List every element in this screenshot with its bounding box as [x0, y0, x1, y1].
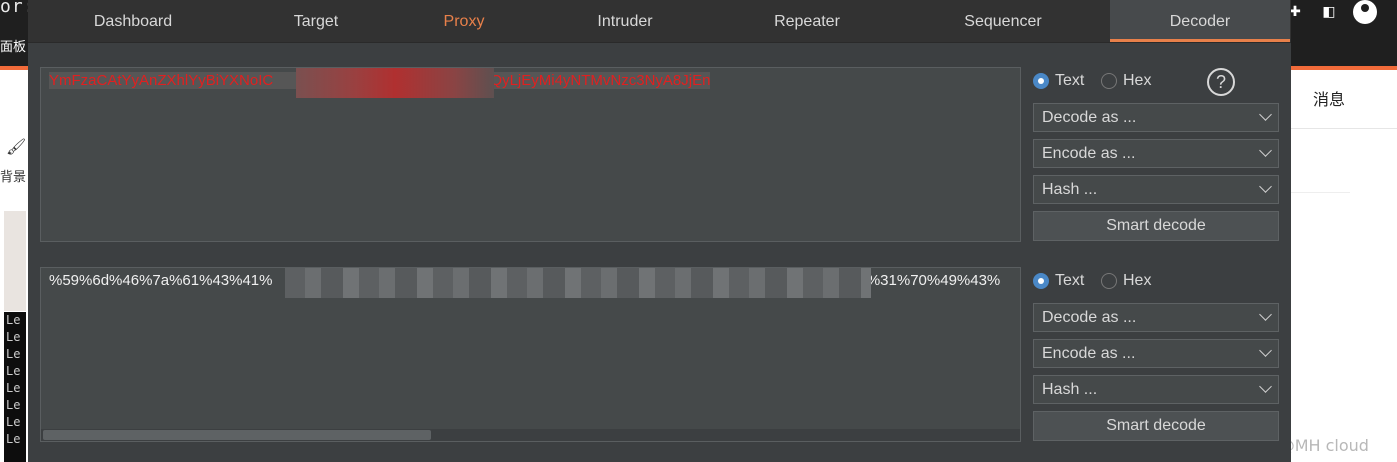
chevron-down-icon [1259, 180, 1272, 193]
url-encoded-text-start: %59%6d%46%7a%61%43%41% [49, 272, 273, 289]
decode-as-label: Decode as ... [1042, 109, 1137, 126]
decode-as-select[interactable]: Decode as ... [1033, 303, 1279, 332]
panel-label[interactable]: 面板 [0, 36, 26, 55]
decode-as-label: Decode as ... [1042, 309, 1137, 326]
encode-as-label: Encode as ... [1042, 345, 1136, 362]
tab-intruder[interactable]: Intruder [555, 0, 695, 42]
mode-text-option[interactable]: Text [1033, 69, 1084, 93]
tab-decoder[interactable]: Decoder [1110, 0, 1290, 42]
tab-sequencer[interactable]: Sequencer [918, 0, 1088, 42]
hash-select[interactable]: Hash ... [1033, 175, 1279, 204]
hex-radio-label: Hex [1123, 72, 1152, 89]
mode-hex-option[interactable]: Hex [1101, 69, 1151, 93]
background-label: 背景 [0, 170, 27, 185]
hex-radio-label: Hex [1123, 272, 1152, 289]
tab-dashboard[interactable]: Dashboard [48, 0, 218, 42]
text-radio[interactable] [1033, 273, 1049, 289]
redaction-blur [296, 68, 494, 98]
hex-radio[interactable] [1101, 273, 1117, 289]
help-icon[interactable]: ? [1207, 68, 1235, 96]
text-radio-label: Text [1055, 272, 1085, 289]
text-radio[interactable] [1033, 73, 1049, 89]
scrollbar-thumb[interactable] [43, 430, 431, 440]
hash-label: Hash ... [1042, 381, 1098, 398]
chevron-down-icon [1259, 380, 1272, 393]
chevron-down-icon [1259, 344, 1272, 357]
hex-radio[interactable] [1101, 73, 1117, 89]
decoder-output-pane[interactable]: %59%6d%46%7a%61%43%41% 3%31%70%49%43% [40, 267, 1021, 442]
smart-decode-button[interactable]: Smart decode [1033, 411, 1279, 441]
text-radio-label: Text [1055, 72, 1085, 89]
tab-repeater[interactable]: Repeater [728, 0, 886, 42]
terminal-line: Le [6, 364, 21, 378]
decoder-input-pane[interactable]: YmFzaCAtYyAnZXhlYyBiYXNoIC vLjQyLjEyMi4yN… [40, 67, 1021, 242]
redaction-blur [285, 268, 871, 298]
messages-link[interactable]: 消息 [1313, 86, 1345, 110]
terminal-line: Le [6, 415, 21, 429]
avatar[interactable] [1353, 0, 1377, 24]
hash-label: Hash ... [1042, 181, 1098, 198]
terminal-line: Le [6, 330, 21, 344]
thumbnail-image [4, 211, 26, 311]
url-encoded-text-end: 3%31%70%49%43% [858, 272, 1001, 289]
terminal-line: Le [6, 398, 21, 412]
divider [1290, 192, 1350, 193]
tab-bar: Dashboard Target Proxy Intruder Repeater… [28, 0, 1291, 43]
terminal-line: Le [6, 381, 21, 395]
paint-bucket-icon[interactable]: 🖌 [6, 137, 26, 156]
encode-as-select[interactable]: Encode as ... [1033, 139, 1279, 168]
header-icons: ✚ ◧ [1285, 0, 1377, 24]
tab-target[interactable]: Target [241, 0, 391, 42]
window-icon[interactable]: ◧ [1319, 3, 1339, 21]
encoded-text-start: YmFzaCAtYyAnZXhlYyBiYXNoIC [49, 72, 274, 89]
terminal-line: Le [6, 347, 21, 361]
chevron-down-icon [1259, 308, 1272, 321]
chevron-down-icon [1259, 108, 1272, 121]
pane2-controls: Text Hex Decode as ... Encode as ... Has… [1033, 267, 1279, 442]
burp-window: Dashboard Target Proxy Intruder Repeater… [28, 0, 1291, 462]
divider [1290, 128, 1397, 129]
pane1-controls: Text Hex ? Decode as ... Encode as ... H… [1033, 67, 1279, 242]
mode-hex-option[interactable]: Hex [1101, 269, 1151, 293]
terminal-line: Le [6, 313, 21, 327]
mode-text-option[interactable]: Text [1033, 269, 1084, 293]
decode-as-select[interactable]: Decode as ... [1033, 103, 1279, 132]
encoded-text-end: vLjQyLjEyMi4yNTMvNzc3NyA8JjEn [471, 72, 711, 89]
hash-select[interactable]: Hash ... [1033, 375, 1279, 404]
terminal-line: Le [6, 432, 21, 446]
horizontal-scrollbar[interactable] [41, 429, 1020, 441]
encode-as-select[interactable]: Encode as ... [1033, 339, 1279, 368]
encode-as-label: Encode as ... [1042, 145, 1136, 162]
smart-decode-button[interactable]: Smart decode [1033, 211, 1279, 241]
chevron-down-icon [1259, 144, 1272, 157]
tab-proxy[interactable]: Proxy [399, 0, 529, 42]
terminal-preview: Le Le Le Le Le Le Le Le [4, 312, 26, 462]
